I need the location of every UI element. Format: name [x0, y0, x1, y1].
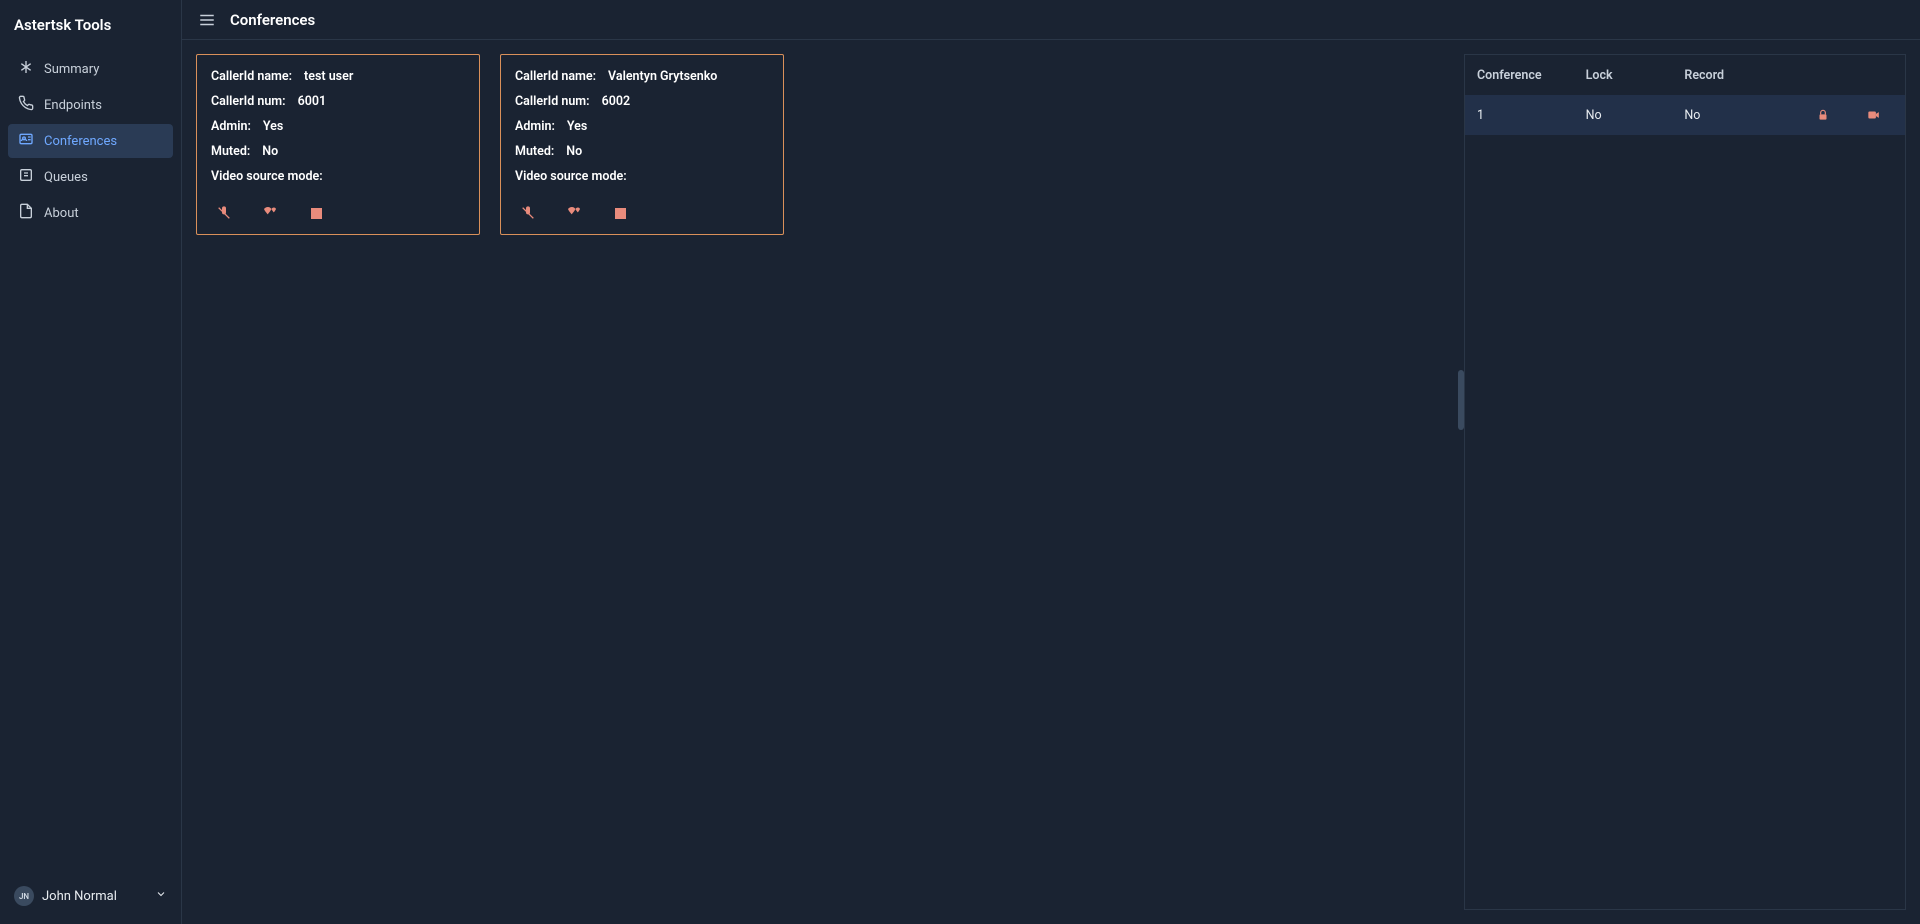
- label-muted: Muted:: [515, 144, 554, 159]
- chevron-down-icon: [155, 888, 167, 904]
- conferences-table: Conference Lock Record 1 No No: [1464, 54, 1906, 910]
- app-title: Astertsk Tools: [8, 12, 173, 52]
- cell-record: No: [1684, 108, 1793, 123]
- kick-button[interactable]: [307, 204, 325, 222]
- label-callerid-num: CallerId num:: [515, 94, 590, 109]
- stop-icon: [311, 208, 322, 219]
- sidebar-item-label: Endpoints: [44, 98, 102, 113]
- label-callerid-name: CallerId name:: [211, 69, 292, 84]
- avatar: JN: [14, 886, 34, 906]
- scrollbar[interactable]: [1458, 370, 1464, 430]
- col-conference: Conference: [1477, 68, 1586, 83]
- file-icon: [18, 203, 34, 223]
- mute-button[interactable]: [215, 204, 233, 222]
- value-muted: No: [262, 144, 278, 159]
- col-lock: Lock: [1586, 68, 1685, 83]
- cell-conference: 1: [1477, 108, 1586, 123]
- sidebar-item-summary[interactable]: Summary: [8, 52, 173, 86]
- cell-lock: No: [1586, 108, 1685, 123]
- sidebar-item-label: Summary: [44, 62, 99, 77]
- col-record: Record: [1684, 68, 1793, 83]
- queue-icon: [18, 167, 34, 187]
- participant-actions: [211, 194, 465, 224]
- participant-card: CallerId name: Valentyn Grytsenko CallerI…: [500, 54, 784, 235]
- conferences-panel: Conference Lock Record 1 No No: [1464, 40, 1920, 924]
- value-admin: Yes: [263, 119, 283, 134]
- sidebar-item-queues[interactable]: Queues: [8, 160, 173, 194]
- value-admin: Yes: [567, 119, 587, 134]
- content: CallerId name: test user CallerId num: 600…: [182, 40, 1920, 924]
- user-menu[interactable]: JN John Normal: [8, 880, 173, 912]
- topbar: Conferences: [182, 0, 1920, 40]
- sidebar-item-endpoints[interactable]: Endpoints: [8, 88, 173, 122]
- participant-actions: [515, 194, 769, 224]
- record-button[interactable]: [1853, 108, 1893, 122]
- video-button[interactable]: [565, 204, 583, 222]
- label-callerid-name: CallerId name:: [515, 69, 596, 84]
- sidebar-item-label: About: [44, 206, 79, 221]
- mute-button[interactable]: [519, 204, 537, 222]
- sidebar-item-label: Queues: [44, 170, 88, 185]
- page-title: Conferences: [230, 11, 315, 29]
- table-row[interactable]: 1 No No: [1465, 95, 1905, 135]
- users-icon: [18, 131, 34, 151]
- sidebar-item-about[interactable]: About: [8, 196, 173, 230]
- video-button[interactable]: [261, 204, 279, 222]
- sidebar-item-label: Conferences: [44, 134, 117, 149]
- sidebar-item-conferences[interactable]: Conferences: [8, 124, 173, 158]
- label-admin: Admin:: [515, 119, 555, 134]
- stop-icon: [615, 208, 626, 219]
- label-callerid-num: CallerId num:: [211, 94, 286, 109]
- menu-toggle-icon[interactable]: [198, 11, 216, 29]
- value-callerid-name: test user: [304, 69, 353, 84]
- phone-icon: [18, 95, 34, 115]
- participant-card: CallerId name: test user CallerId num: 600…: [196, 54, 480, 235]
- asterisk-icon: [18, 59, 34, 79]
- label-video-source: Video source mode:: [211, 169, 323, 184]
- label-video-source: Video source mode:: [515, 169, 627, 184]
- value-callerid-num: 6001: [298, 94, 327, 109]
- value-callerid-name: Valentyn Grytsenko: [608, 69, 717, 84]
- nav: Summary Endpoints Conferences Queues Abo…: [8, 52, 173, 880]
- sidebar: Astertsk Tools Summary Endpoints Confere…: [0, 0, 182, 924]
- participants-area: CallerId name: test user CallerId num: 600…: [182, 40, 1464, 924]
- table-header: Conference Lock Record: [1465, 55, 1905, 95]
- lock-button[interactable]: [1793, 108, 1853, 122]
- kick-button[interactable]: [611, 204, 629, 222]
- value-callerid-num: 6002: [602, 94, 631, 109]
- label-admin: Admin:: [211, 119, 251, 134]
- main: Conferences CallerId name: test user Call…: [182, 0, 1920, 924]
- label-muted: Muted:: [211, 144, 250, 159]
- value-muted: No: [566, 144, 582, 159]
- user-name: John Normal: [42, 889, 147, 904]
